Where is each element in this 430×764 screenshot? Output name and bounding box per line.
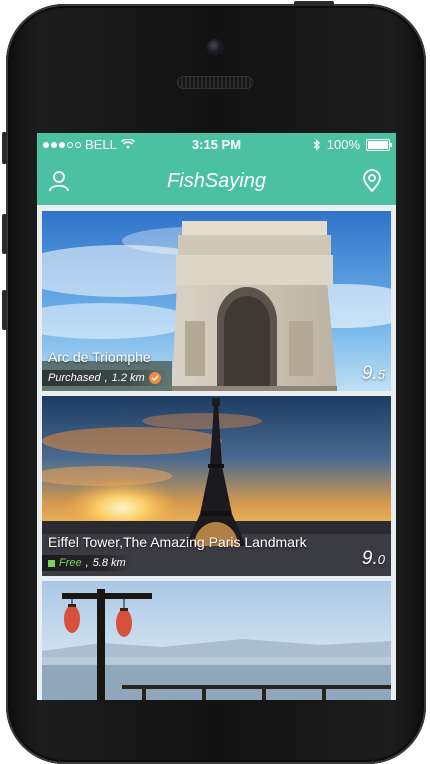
- free-square-icon: [48, 559, 55, 567]
- app-title: FishSaying: [167, 170, 266, 192]
- volume-down-button: [2, 290, 7, 330]
- front-camera: [208, 40, 222, 54]
- location-pin-icon[interactable]: [360, 169, 384, 193]
- check-badge-icon: [148, 372, 161, 384]
- nav-bar: FishSaying: [37, 157, 396, 205]
- distance-label: 1.2 km: [111, 372, 145, 384]
- place-card-waterfront[interactable]: [42, 581, 391, 700]
- volume-up-button: [2, 214, 7, 254]
- rating-score: 9.0: [361, 548, 385, 569]
- bluetooth-icon: [313, 138, 320, 151]
- silent-switch: [2, 132, 7, 164]
- card-title: Eiffel Tower,The Amazing Paris Landmark: [48, 534, 307, 550]
- purchase-status: Purchased: [48, 372, 101, 384]
- free-status: Free: [59, 557, 82, 569]
- power-button: [294, 1, 334, 6]
- card-meta: Free, 5.8 km: [42, 555, 132, 571]
- earpiece-speaker: [177, 76, 253, 89]
- rating-score: 9.5: [361, 363, 385, 384]
- distance-label: 5.8 km: [92, 557, 126, 569]
- battery-percent: 100%: [326, 137, 360, 152]
- status-bar: BELL 3:15 PM 100%: [37, 133, 396, 157]
- card-meta: Purchased, 1.2 km: [42, 370, 167, 386]
- place-card-arc-de-triomphe[interactable]: Arc de Triomphe Purchased, 1.2 km 9.5: [42, 211, 391, 391]
- card-title: Arc de Triomphe: [48, 349, 151, 365]
- waterfront-lanterns-photo: [42, 581, 391, 700]
- place-card-eiffel-tower[interactable]: Eiffel Tower,The Amazing Paris Landmark …: [42, 396, 391, 576]
- app-screen: BELL 3:15 PM 100% FishSaying Arc de Trio…: [37, 133, 396, 700]
- battery-icon: [366, 138, 392, 151]
